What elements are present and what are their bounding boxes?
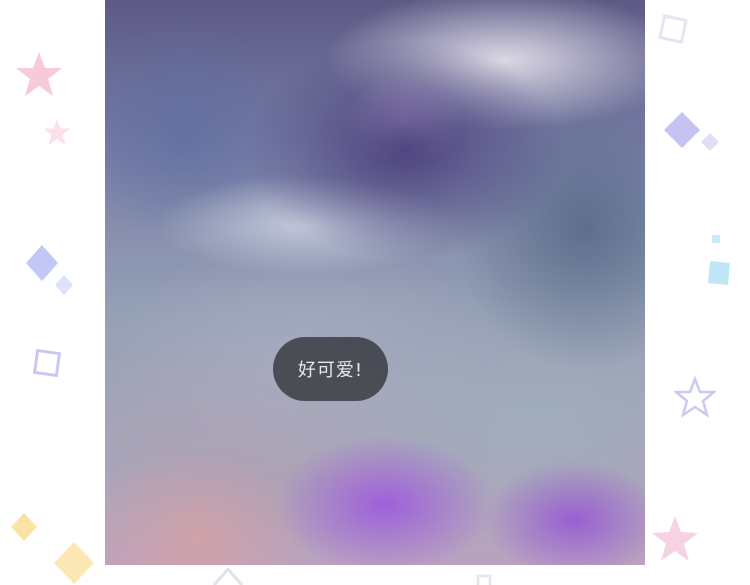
- pink-star-right-icon: [652, 516, 698, 561]
- square-outline-icon: [32, 348, 62, 378]
- screen: 好可爱!: [0, 0, 750, 585]
- toast-message: 好可爱!: [273, 337, 388, 401]
- pink-star-icon: [16, 52, 62, 96]
- square-outline-bottom-icon: [476, 574, 492, 585]
- cyan-square-icon: [708, 235, 730, 285]
- blurred-photo: [105, 0, 645, 565]
- star-outline-icon: [674, 376, 716, 418]
- square-outline-top-icon: [658, 14, 688, 44]
- yellow-diamond-icon: [11, 513, 37, 541]
- toast-text: 好可爱!: [297, 360, 364, 381]
- purple-diamond-icon: [664, 112, 700, 148]
- star-outline-bottom-icon: [212, 568, 244, 585]
- small-pink-star-icon: [43, 119, 71, 145]
- small-purple-diamond-icon: [701, 133, 719, 151]
- yellow-diamond-large-icon: [54, 542, 94, 584]
- small-blue-diamond-icon: [55, 275, 73, 295]
